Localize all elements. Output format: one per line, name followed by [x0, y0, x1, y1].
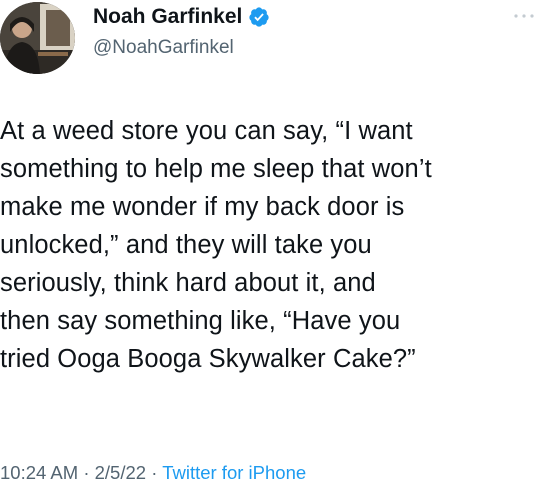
author-name-row[interactable]: Noah Garfinkel	[93, 5, 270, 29]
tweet-text-line: make me wonder if my back door is	[0, 193, 405, 221]
tweet-meta: 10:24 AM · 2/5/22 · Twitter for iPhone	[0, 462, 306, 484]
tweet-date[interactable]: 2/5/22	[95, 462, 146, 483]
meta-separator: ·	[151, 462, 158, 483]
tweet-text-line: unlocked,” and they will take you	[0, 231, 372, 259]
tweet-time[interactable]: 10:24 AM	[0, 462, 78, 483]
tweet-card: Noah Garfinkel @NoahGarfinkel At a weed …	[0, 0, 550, 488]
tweet-text-line: seriously, think hard about it, and	[0, 269, 376, 297]
tweet-text-line: something to help me sleep that won’t	[0, 155, 432, 183]
profile-photo-icon	[0, 2, 75, 74]
verified-badge-icon	[249, 7, 269, 27]
author-name[interactable]: Noah Garfinkel	[93, 5, 242, 29]
more-options-icon[interactable]	[512, 10, 536, 22]
tweet-text-line: At a weed store you can say, “I want	[0, 117, 413, 145]
author-handle[interactable]: @NoahGarfinkel	[93, 37, 234, 59]
avatar[interactable]	[0, 2, 75, 74]
tweet-text-line: then say something like, “Have you	[0, 307, 401, 335]
tweet-text: At a weed store you can say, “I want som…	[0, 112, 545, 378]
tweet-text-line: tried Ooga Booga Skywalker Cake?”	[0, 345, 416, 373]
tweet-source-link[interactable]: Twitter for iPhone	[162, 462, 306, 483]
meta-separator: ·	[83, 462, 90, 483]
